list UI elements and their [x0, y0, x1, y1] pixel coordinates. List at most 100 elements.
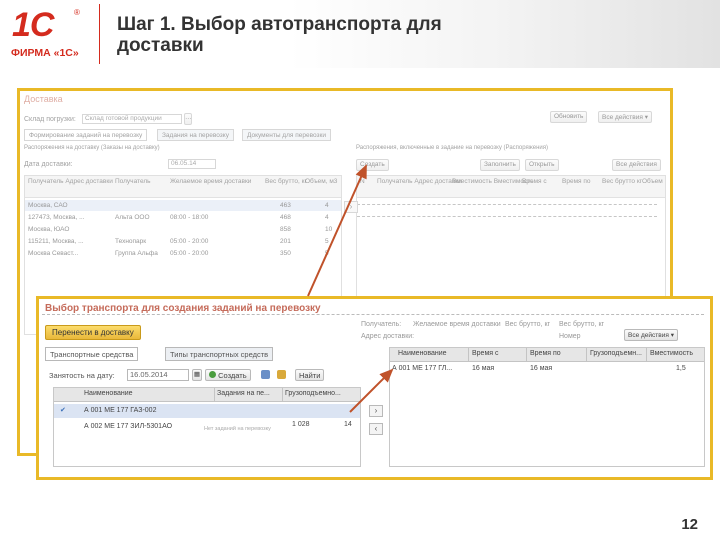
col-sep — [646, 348, 647, 361]
find-label: Найти — [299, 371, 321, 380]
open-button[interactable]: Открыть — [525, 159, 559, 171]
col-sel-to: Время по — [530, 350, 561, 357]
all-actions-label: Все действия — [602, 114, 643, 121]
vehicles-table: Наименование Задания на пе... Грузоподъе… — [53, 387, 361, 467]
table-cell: 1,5 — [676, 365, 686, 372]
vehicles-header: Наименование Задания на пе... Грузоподъе… — [54, 388, 360, 402]
transfer-to-delivery-button[interactable]: Перенести в доставку — [45, 325, 141, 340]
slide-header: 1С ® ФИРМА «1С» Шаг 1. Выбор автотранспо… — [0, 0, 720, 68]
transport-window-title: Выбор транспорта для создания заданий на… — [45, 303, 321, 314]
col-to: Время по — [562, 178, 591, 185]
tab-forming[interactable]: Формирование заданий на перевозку — [24, 129, 148, 141]
calendar-button[interactable]: ▦ — [192, 369, 202, 381]
orders-header: Получатель Адрес доставки Получатель Жел… — [25, 176, 341, 198]
table-cell: Технопарк — [115, 238, 147, 245]
logo-mark: 1С — [12, 6, 54, 44]
table-cell: 858 — [280, 226, 291, 233]
add-right-button[interactable]: › — [369, 405, 383, 417]
tab-documents[interactable]: Документы для перевозки — [242, 129, 331, 141]
table-row[interactable]: 115211, Москва, ... Технопарк 05:00 - 20:0… — [25, 236, 341, 247]
right-caption: Распоряжения, включенные в задание на пе… — [356, 145, 549, 151]
transport-selection-window: Выбор транспорта для создания заданий на… — [36, 296, 713, 480]
recipient-label: Получатель: — [361, 321, 402, 328]
col-sel-name: Наименование — [398, 350, 447, 357]
remove-left-button[interactable]: ‹ — [369, 423, 383, 435]
window-title: Доставка — [24, 94, 63, 104]
col-sel-volume: Вместимость — [650, 350, 693, 357]
transport-all-actions-label: Все действия — [628, 332, 669, 339]
table-row[interactable]: 127473, Москва, ... Альта ООО 08:00 - 18:0… — [25, 212, 341, 223]
refresh-button[interactable]: Обновить — [550, 111, 588, 123]
header-divider — [99, 4, 100, 64]
col-sep — [214, 388, 215, 401]
table-cell: 4 — [325, 214, 329, 221]
row-divider — [357, 204, 657, 205]
recipient-value: Желаемое время доставки — [413, 321, 501, 328]
table-row[interactable]: Москва Севаст... Группа Альфа 05:00 - 20:0… — [25, 248, 341, 259]
col-r-weight: Вес брутто кг — [602, 178, 643, 185]
right-all-actions[interactable]: Все действия — [612, 159, 661, 171]
edit-icon[interactable] — [277, 370, 286, 379]
date-input[interactable]: 06.05.14 — [168, 159, 216, 169]
warehouse-select-button[interactable]: … — [184, 113, 192, 125]
create-button[interactable]: Создать — [356, 159, 389, 171]
tab-vehicle-types[interactable]: Типы транспортных средств — [165, 347, 274, 361]
firm-name: ФИРМА «1С» — [11, 47, 79, 59]
table-row[interactable]: Москва, ЮАО 858 10 — [25, 224, 341, 235]
logo-registered: ® — [74, 8, 80, 17]
busy-date-label: Занятость на дату: — [49, 371, 115, 380]
vehicle-volume: 14 — [344, 421, 352, 428]
transport-create-button[interactable]: Создать — [205, 369, 251, 381]
transport-all-actions[interactable]: Все действия ▾ — [624, 329, 678, 341]
date-label: Дата доставки: — [24, 161, 73, 168]
col-sep — [282, 388, 283, 401]
slide-title: Шаг 1. Выбор автотранспорта для доставки — [117, 14, 442, 56]
table-row[interactable]: А 001 МЕ 177 ГЛ... 16 мая 16 мая 1,5 — [390, 364, 704, 375]
col-sel-capacity: Грузоподъемн... — [590, 350, 642, 357]
find-button[interactable]: Найти — [295, 369, 325, 381]
copy-icon[interactable] — [261, 370, 270, 379]
tab-vehicles[interactable]: Транспортные средства — [45, 347, 139, 361]
table-cell: 05:00 - 20:00 — [170, 238, 209, 245]
row-divider — [357, 216, 657, 217]
fill-button[interactable]: Заполнить — [480, 159, 520, 171]
table-cell: 127473, Москва, ... — [28, 214, 85, 221]
tab-tasks[interactable]: Задания на перевозку — [157, 129, 234, 141]
table-cell: 16 мая — [530, 365, 553, 372]
col-vehicle-name: Наименование — [84, 390, 133, 397]
col-sep — [468, 348, 469, 361]
table-row[interactable]: А 002 МЕ 177 ЗИЛ-5301АО Нет заданий на пе… — [54, 420, 360, 434]
table-cell: 5 — [325, 250, 329, 257]
col-vehicle-capacity: Грузоподъемно... — [285, 390, 341, 397]
table-cell: Группа Альфа — [115, 250, 158, 257]
table-cell: Москва Севаст... — [28, 250, 79, 257]
table-cell: Москва, САО — [28, 202, 68, 209]
weight-label: Вес брутто, кг — [505, 321, 551, 328]
warehouse-label: Склад погрузки: — [24, 116, 76, 123]
col-n: N — [360, 178, 365, 185]
col-from: Время с — [522, 178, 547, 185]
table-row[interactable]: Москва, САО 463 4 — [25, 200, 341, 211]
table-cell: 5 — [325, 238, 329, 245]
col-recipient: Получатель — [115, 178, 151, 185]
table-cell: 463 — [280, 202, 291, 209]
vehicle-tasks: Нет заданий на перевозку — [204, 426, 271, 432]
busy-date-input[interactable]: 16.05.2014 — [127, 369, 189, 381]
plus-icon — [209, 371, 216, 378]
volume-label: Вес брутто, кг — [559, 321, 605, 328]
vehicle-name: А 001 МЕ 177 ГАЗ-002 — [84, 407, 157, 414]
table-cell: Москва, ЮАО — [28, 226, 70, 233]
col-r-addr: Получатель Адрес доставки — [377, 178, 462, 185]
warehouse-input[interactable]: Склад готовой продукции — [82, 114, 182, 124]
col-time: Желаемое время доставки — [170, 178, 252, 185]
move-right-button[interactable]: › — [344, 201, 358, 213]
page-number: 12 — [681, 516, 698, 533]
table-cell: 08:00 - 18:00 — [170, 214, 209, 221]
table-cell: 4 — [325, 202, 329, 209]
all-actions-button[interactable]: Все действия ▾ — [598, 111, 652, 123]
number-label: Номер — [559, 333, 581, 340]
table-row[interactable]: А 001 МЕ 177 ГАЗ-002 ✔ — [54, 404, 360, 418]
vehicle-name: А 002 МЕ 177 ЗИЛ-5301АО — [84, 423, 173, 430]
selected-vehicles-table: Наименование Время с Время по Грузоподъе… — [389, 347, 705, 467]
table-cell: 05:00 - 20:00 — [170, 250, 209, 257]
